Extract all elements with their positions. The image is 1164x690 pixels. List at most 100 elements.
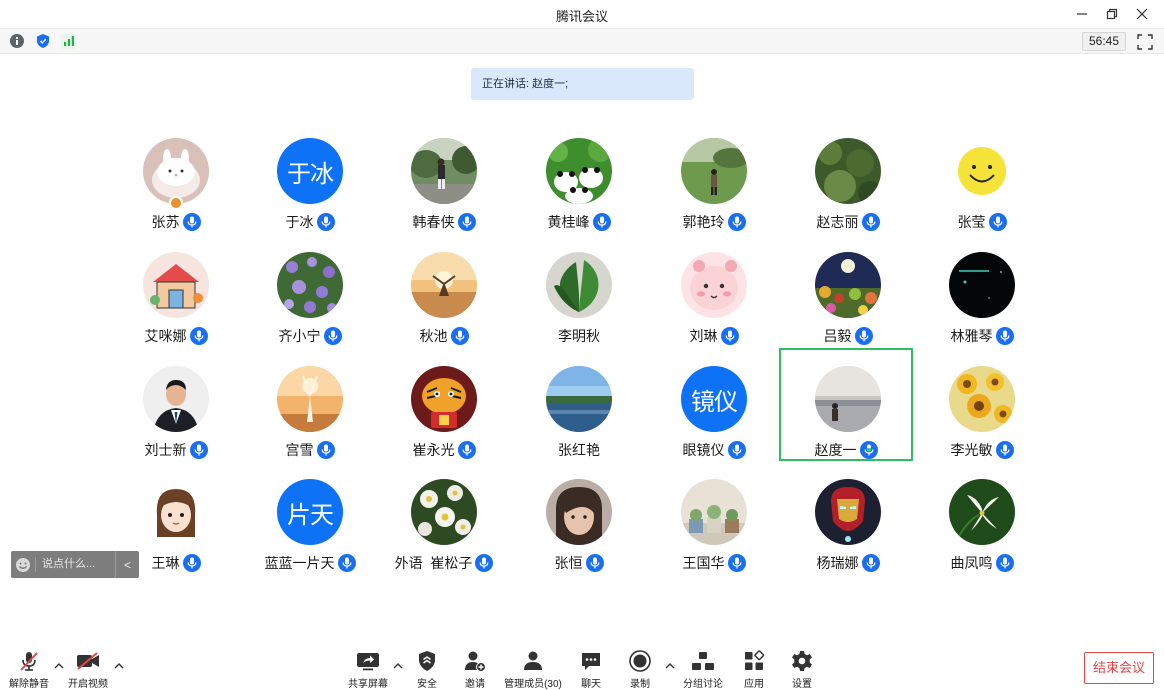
participant-tile[interactable]: 张恒 [512, 463, 646, 576]
share-screen-button[interactable]: 共享屏幕 [340, 650, 396, 690]
network-status-button[interactable] [60, 33, 78, 49]
apps-grid-icon [745, 650, 765, 670]
participant-tile[interactable]: 郭艳玲 [647, 122, 781, 235]
participant-tile[interactable]: 黄桂峰 [512, 122, 646, 235]
participant-avatar-green-moss [815, 138, 881, 204]
participant-tile[interactable]: 曲凤鸣 [915, 463, 1049, 576]
record-label: 录制 [630, 679, 650, 690]
window-controls [1070, 4, 1154, 24]
participant-name: 于冰 [285, 214, 314, 230]
participant-tile[interactable]: 宫雪 [243, 350, 377, 463]
mic-icon [995, 327, 1014, 345]
minimize-button[interactable] [1070, 4, 1094, 24]
participant-avatar-pandas [546, 138, 612, 204]
participant-name: 王琳 [151, 555, 180, 571]
restore-button[interactable] [1100, 4, 1124, 24]
participant-name: 外语 崔松子 [394, 555, 473, 571]
participant-name-line: 眼镜仪 [647, 440, 781, 460]
participant-tile[interactable]: 镜仪 眼镜仪 [647, 350, 781, 463]
participant-tile[interactable]: 齐小宁 [243, 236, 377, 349]
participant-tile[interactable]: 张苏 [109, 122, 243, 235]
participant-name: 李光敏 [950, 442, 993, 458]
chat-input-box[interactable]: 说点什么... < [11, 551, 139, 578]
participant-name: 曲凤鸣 [950, 555, 993, 571]
restore-icon [1106, 8, 1118, 20]
participant-tile[interactable]: 于冰 于冰 [243, 122, 377, 235]
record-button[interactable]: 录制 [612, 650, 668, 690]
video-options-caret[interactable] [113, 660, 125, 672]
participant-avatar-lake-sky [546, 366, 612, 432]
unmute-button[interactable]: 解除静音 [1, 650, 57, 690]
participant-tile[interactable]: 林雅琴 [915, 236, 1049, 349]
participant-tile[interactable]: 李光敏 [915, 350, 1049, 463]
participant-tile[interactable]: 艾咪娜 [109, 236, 243, 349]
settings-button[interactable]: 设置 [774, 650, 830, 690]
meeting-info-button[interactable] [8, 33, 26, 49]
participant-name-line: 林雅琴 [915, 326, 1049, 346]
close-icon [1136, 8, 1148, 20]
participant-tile[interactable]: 片天 蓝蓝一片天 [243, 463, 377, 576]
chat-placeholder[interactable]: 说点什么... [35, 557, 115, 572]
participant-tile[interactable]: 赵志丽 [781, 122, 915, 235]
shield-icon [37, 34, 49, 48]
participant-name-line: 外语 崔松子 [377, 553, 511, 573]
participant-name: 张恒 [554, 555, 583, 571]
participant-tile[interactable]: 崔永光 [377, 350, 511, 463]
participant-name: 赵志丽 [816, 214, 859, 230]
participant-avatar-dark-space [949, 252, 1015, 318]
participant-tile[interactable]: 张红艳 [512, 350, 646, 463]
participant-tile[interactable]: 刘士新 [109, 350, 243, 463]
manage-members-button[interactable]: 管理成员(30) [503, 650, 563, 690]
participant-name-line: 郭艳玲 [647, 212, 781, 232]
participant-tile[interactable]: 吕毅 [781, 236, 915, 349]
participant-avatar-pink-face [681, 252, 747, 318]
participant-tile[interactable]: 赵度一 [779, 348, 913, 461]
participant-avatar-initials: 于冰 [277, 138, 343, 204]
participant-avatar-white-lily [949, 479, 1015, 545]
participant-name-line: 艾咪娜 [109, 326, 243, 346]
fullscreen-button[interactable] [1136, 33, 1154, 51]
participant-avatar-sunflowers [949, 366, 1015, 432]
participant-name-line: 崔永光 [377, 440, 511, 460]
participant-tile[interactable]: 王国华 [647, 463, 781, 576]
participant-avatar-cartoon-house [143, 252, 209, 318]
participant-name: 韩春侠 [412, 214, 455, 230]
encryption-button[interactable] [34, 33, 52, 49]
fullscreen-icon [1137, 34, 1153, 50]
participant-avatar-purple-flowers [277, 252, 343, 318]
participant-name: 张红艳 [558, 442, 600, 458]
participant-name: 张苏 [151, 214, 180, 230]
meeting-timer: 56:45 [1081, 32, 1126, 51]
participant-avatar-initials: 片天 [277, 479, 343, 545]
members-icon [524, 651, 542, 670]
invite-button[interactable]: 邀请 [447, 650, 503, 690]
close-button[interactable] [1130, 4, 1154, 24]
breakout-rooms-button[interactable]: 分组讨论 [675, 650, 731, 690]
chat-collapse-button[interactable]: < [115, 551, 139, 578]
participant-tile[interactable]: 外语 崔松子 [377, 463, 511, 576]
mic-icon [323, 327, 342, 345]
participant-name: 齐小宁 [278, 328, 321, 344]
speaking-indicator: 正在讲话: 赵度一; [471, 68, 694, 100]
meeting-info-bar: 56:45 [0, 28, 1164, 54]
participant-tile[interactable]: 韩春侠 [377, 122, 511, 235]
mic-icon [861, 213, 880, 231]
participant-tile[interactable]: 杨瑞娜 [781, 463, 915, 576]
start-video-button[interactable]: 开启视频 [60, 650, 116, 690]
breakout-icon [692, 652, 714, 670]
end-meeting-button[interactable]: 结束会议 [1084, 652, 1154, 684]
participant-tile[interactable]: 李明秋 [512, 236, 646, 349]
share-screen-label: 共享屏幕 [348, 679, 388, 690]
participant-tile[interactable]: 张莹 [915, 122, 1049, 235]
chevron-up-icon [665, 663, 675, 669]
mic-icon [720, 327, 739, 345]
chat-button[interactable]: 聊天 [563, 650, 619, 690]
emoji-button[interactable] [11, 551, 35, 578]
participant-avatar-bunny-cake [143, 138, 209, 204]
participant-name: 刘琳 [689, 328, 718, 344]
participant-name-line: 张红艳 [512, 440, 646, 460]
minimize-icon [1077, 13, 1087, 15]
participant-name-line: 韩春侠 [377, 212, 511, 232]
participant-tile[interactable]: 秋池 [377, 236, 511, 349]
participant-tile[interactable]: 刘琳 [647, 236, 781, 349]
